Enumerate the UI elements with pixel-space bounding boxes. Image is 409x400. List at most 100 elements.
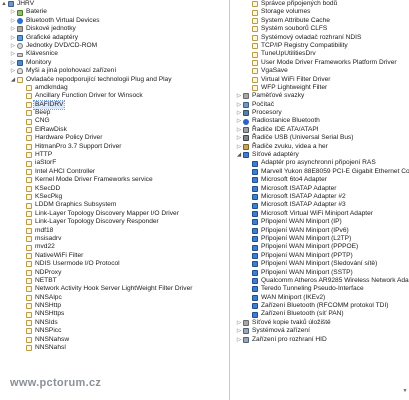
tree-item[interactable]: ▷ Řadiče IDE ATA/ATAPI — [230, 126, 409, 134]
tree-item[interactable]: ▷ Grafické adaptéry — [0, 34, 229, 42]
expand-arrow-icon[interactable]: ▷ — [236, 143, 242, 151]
tree-item[interactable]: Zařízení Bluetooth (síť PAN) — [230, 310, 409, 318]
tree-item[interactable]: Beep — [0, 109, 229, 117]
tree-item[interactable]: Link-Layer Topology Discovery Mapper I/O… — [0, 210, 229, 218]
tree-item[interactable]: ElRawDisk — [0, 126, 229, 134]
tree-item[interactable]: Připojení WAN Miniport (PPPOE) — [230, 243, 409, 251]
expand-arrow-icon[interactable]: ▷ — [236, 92, 242, 100]
collapse-arrow-icon[interactable]: ◢ — [236, 151, 242, 159]
tree-item[interactable]: NDProxy — [0, 269, 229, 277]
tree-item[interactable]: ▲ JHRV — [0, 0, 229, 8]
tree-item[interactable]: ▷ Paměťové svazky — [230, 92, 409, 100]
expand-arrow-icon[interactable]: ▷ — [10, 50, 16, 58]
tree-item[interactable]: Virtual WiFi Filter Driver — [230, 76, 409, 84]
expand-arrow-icon[interactable]: ▷ — [236, 117, 242, 125]
tree-item[interactable]: NDIS Usermode I/O Protocol — [0, 260, 229, 268]
tree-item[interactable]: VgaSave — [230, 67, 409, 75]
expand-arrow-icon[interactable]: ▷ — [236, 109, 242, 117]
tree-item[interactable]: Připojení WAN Miniport (PPTP) — [230, 252, 409, 260]
tree-item[interactable]: Hardware Policy Driver — [0, 134, 229, 142]
expand-arrow-icon[interactable]: ▷ — [236, 319, 242, 327]
tree-item[interactable]: NNSNahsw — [0, 336, 229, 344]
tree-item[interactable]: NNSAlpc — [0, 294, 229, 302]
scroll-down-arrow-icon[interactable]: ▼ — [402, 388, 408, 394]
tree-item[interactable]: ▷ Monitory — [0, 59, 229, 67]
expand-arrow-icon[interactable]: ▷ — [236, 336, 242, 344]
expand-arrow-icon[interactable]: ▷ — [236, 101, 242, 109]
device-tree-left[interactable]: ▲ JHRV ▷ Baterie ▷ Bluetooth Virtual Devices ▷… — [0, 0, 229, 400]
device-tree-right[interactable]: ▼ Správce připojených bodů Storage volume… — [230, 0, 409, 400]
tree-item[interactable]: Microsoft 6to4 Adapter — [230, 176, 409, 184]
expand-arrow-icon[interactable]: ▷ — [10, 59, 16, 67]
expand-arrow-icon[interactable]: ▷ — [10, 34, 16, 42]
tree-item[interactable]: NNSPicc — [0, 327, 229, 335]
tree-item[interactable]: Microsoft ISATAP Adapter #2 — [230, 193, 409, 201]
tree-item[interactable]: NNSNahsl — [0, 344, 229, 352]
tree-item[interactable]: ▷ Řadiče USB (Universal Serial Bus) — [230, 134, 409, 142]
collapse-arrow-icon[interactable]: ▲ — [1, 0, 7, 8]
tree-item[interactable]: ▷ Řadiče zvuku, videa a her — [230, 143, 409, 151]
tree-item[interactable]: msisadrv — [0, 235, 229, 243]
tree-item[interactable]: Připojení WAN Miniport (SSTP) — [230, 269, 409, 277]
tree-item[interactable]: ▷ Diskové jednotky — [0, 25, 229, 33]
tree-item[interactable]: Systémový ovladač rozhraní NDIS — [230, 34, 409, 42]
tree-item[interactable]: System Attribute Cache — [230, 17, 409, 25]
tree-item[interactable]: Link-Layer Topology Discovery Responder — [0, 218, 229, 226]
tree-item[interactable]: iaStorF — [0, 159, 229, 167]
tree-item[interactable]: Připojení WAN Miniport (IP) — [230, 218, 409, 226]
tree-item[interactable]: Kernel Mode Driver Frameworks service — [0, 176, 229, 184]
tree-item[interactable]: Marvell Yukon 88E8059 PCI-E Gigabit Ethe… — [230, 168, 409, 176]
tree-item[interactable]: Teredo Tunneling Pseudo-Interface — [230, 285, 409, 293]
expand-arrow-icon[interactable]: ▷ — [10, 67, 16, 75]
tree-item[interactable]: Ancillary Function Driver for Winsock — [0, 92, 229, 100]
tree-item[interactable]: ▷ Radiostanice Bluetooth — [230, 117, 409, 125]
tree-item[interactable]: amdkmdag — [0, 84, 229, 92]
expand-arrow-icon[interactable]: ▷ — [236, 134, 242, 142]
tree-item[interactable]: ▷ Procesory — [230, 109, 409, 117]
tree-item[interactable]: NNSHttps — [0, 310, 229, 318]
tree-item[interactable]: NETBT — [0, 277, 229, 285]
tree-item[interactable]: ▷ Zařízení pro rozhraní HID — [230, 336, 409, 344]
tree-item[interactable]: Microsoft ISATAP Adapter — [230, 185, 409, 193]
expand-arrow-icon[interactable]: ▷ — [10, 42, 16, 50]
expand-arrow-icon[interactable]: ▷ — [10, 8, 16, 16]
tree-item[interactable]: WFP Lightweight Filter — [230, 84, 409, 92]
tree-item[interactable]: KSecPkg — [0, 193, 229, 201]
tree-item[interactable]: TuneUpUtilitiesDrv — [230, 50, 409, 58]
tree-item[interactable]: WAN Miniport (IKEv2) — [230, 294, 409, 302]
tree-item[interactable]: Správce připojených bodů — [230, 0, 409, 8]
tree-item[interactable]: Připojení WAN Miniport (L2TP) — [230, 235, 409, 243]
tree-item[interactable]: ◢ Síťové adaptéry — [230, 151, 409, 159]
tree-item[interactable]: ▷ Počítač — [230, 101, 409, 109]
tree-item[interactable]: NNSIds — [0, 319, 229, 327]
tree-item[interactable]: Storage volumes — [230, 8, 409, 16]
tree-item[interactable]: mdf18 — [0, 227, 229, 235]
tree-item[interactable]: HTTP — [0, 151, 229, 159]
tree-item[interactable]: Adaptér pro asynchronní připojení RAS — [230, 159, 409, 167]
tree-item[interactable]: ▷ Síťové kopie tvaků úložiště — [230, 319, 409, 327]
tree-item[interactable]: Microsoft ISATAP Adapter #3 — [230, 201, 409, 209]
tree-item[interactable]: NNSHttp — [0, 302, 229, 310]
tree-item[interactable]: LDDM Graphics Subsystem — [0, 201, 229, 209]
tree-item[interactable]: ▷ Myši a jiná polohovací zařízení — [0, 67, 229, 75]
tree-item[interactable]: BAFIDRV — [0, 99, 229, 111]
tree-item[interactable]: ▷ Klávesnice — [0, 50, 229, 58]
expand-arrow-icon[interactable]: ▷ — [10, 25, 16, 33]
expand-arrow-icon[interactable]: ▷ — [10, 17, 16, 25]
tree-item[interactable]: Připojení WAN Miniport (IPv6) — [230, 227, 409, 235]
tree-item[interactable]: Network Activity Hook Server LightWeight… — [0, 285, 229, 293]
expand-arrow-icon[interactable]: ▷ — [236, 327, 242, 335]
tree-item[interactable]: ▷ Baterie — [0, 8, 229, 16]
tree-item[interactable]: Zařízení Bluetooth (RFCOMM protokol TDI) — [230, 302, 409, 310]
expand-arrow-icon[interactable]: ▷ — [236, 126, 242, 134]
tree-item[interactable]: ◢ Ovladače nepodporující technologii Plug… — [0, 76, 229, 84]
tree-item[interactable]: TCP/IP Registry Compatibility — [230, 42, 409, 50]
tree-item[interactable]: HitmanPro 3.7 Support Driver — [0, 143, 229, 151]
tree-item[interactable]: ▷ Bluetooth Virtual Devices — [0, 17, 229, 25]
tree-item[interactable]: Microsoft Virtual WiFi Miniport Adapter — [230, 210, 409, 218]
collapse-arrow-icon[interactable]: ◢ — [10, 76, 16, 84]
tree-item[interactable]: Systém souborů CLFS — [230, 25, 409, 33]
tree-item[interactable]: Připojení WAN Miniport (Sledování sítě) — [230, 260, 409, 268]
tree-item[interactable]: User Mode Driver Frameworks Platform Dri… — [230, 59, 409, 67]
tree-item[interactable]: CNG — [0, 117, 229, 125]
